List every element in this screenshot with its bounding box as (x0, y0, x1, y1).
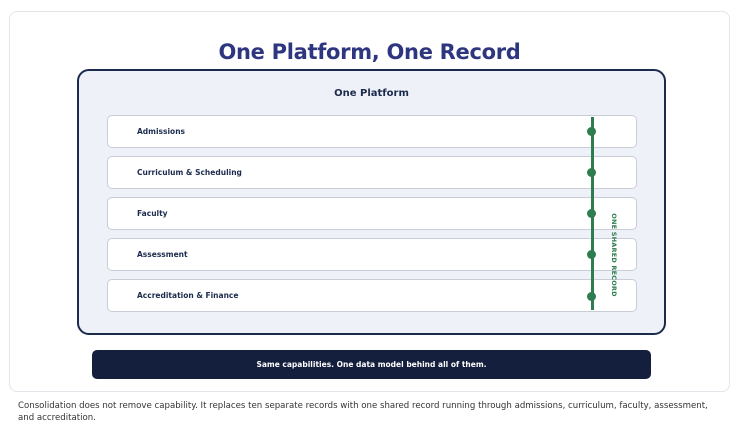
module-row-faculty: Faculty (107, 197, 637, 230)
caption: Consolidation does not remove capability… (18, 401, 708, 423)
module-label: Admissions (137, 127, 186, 136)
module-row-curriculum-scheduling: Curriculum & Scheduling (107, 156, 637, 189)
module-label: Faculty (137, 209, 168, 218)
module-row-accreditation-finance: Accreditation & Finance (107, 279, 637, 312)
record-dot-admissions (587, 127, 596, 136)
module-row-admissions: Admissions (107, 115, 637, 148)
shared-record-label: ONE SHARED RECORD (610, 213, 618, 297)
record-dot-accreditation (587, 292, 596, 301)
record-dot-curriculum (587, 168, 596, 177)
module-row-assessment: Assessment (107, 238, 637, 271)
platform-label: One Platform (334, 88, 409, 99)
platform-box: One Platform Admissions Curriculum & Sch… (77, 69, 666, 335)
record-dot-assessment (587, 250, 596, 259)
page-title: One Platform, One Record (218, 40, 521, 64)
record-dot-faculty (587, 209, 596, 218)
module-label: Assessment (137, 250, 188, 259)
module-label: Accreditation & Finance (137, 291, 239, 300)
module-label: Curriculum & Scheduling (137, 168, 242, 177)
diagram-card: One Platform, One Record One Platform Ad… (9, 11, 730, 392)
summary-banner: Same capabilities. One data model behind… (92, 350, 651, 379)
